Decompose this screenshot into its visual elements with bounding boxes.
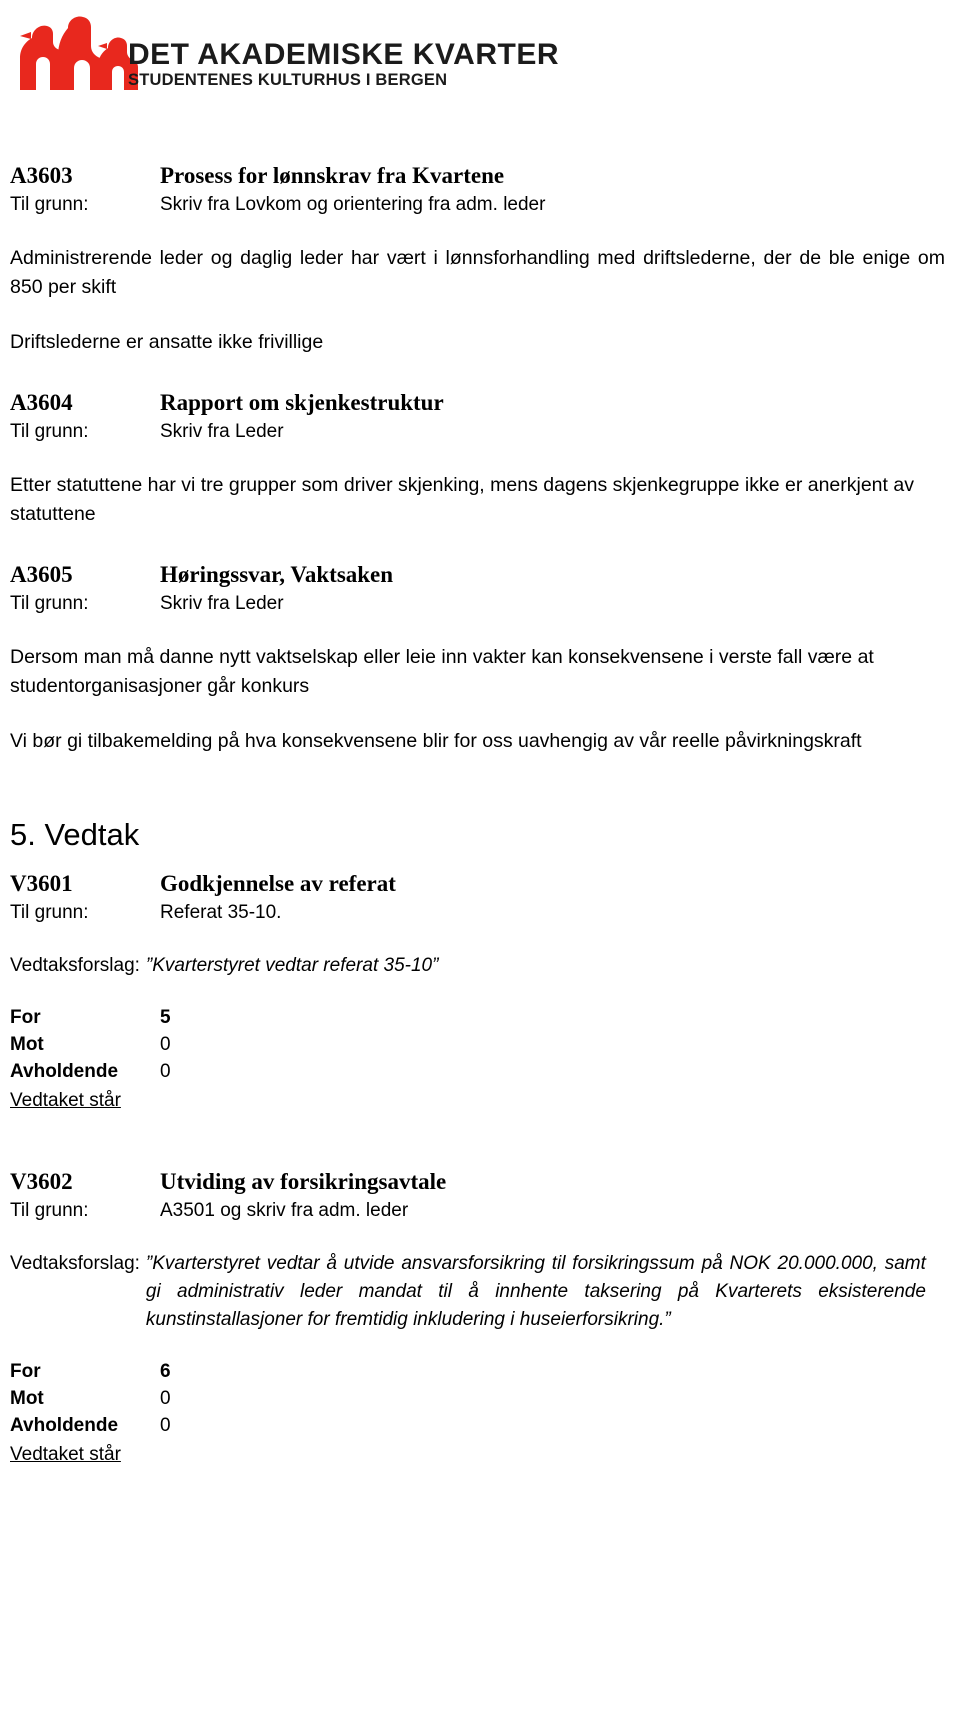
decision-title-row: V3601 Godkjennelse av referat [10, 868, 950, 899]
vote-tally: For 6 Mot 0 Avholdende 0 Vedtaket står [10, 1358, 950, 1468]
organization-logo: DET AKADEMISKE KVARTER STUDENTENES KULTU… [12, 16, 560, 100]
document-page: DET AKADEMISKE KVARTER STUDENTENES KULTU… [0, 0, 960, 1713]
case-paragraph: Dersom man må danne nytt vaktselskap ell… [10, 646, 874, 697]
vote-row-result: Vedtaket står [10, 1439, 950, 1468]
basis-value: Skriv fra Lovkom og orientering fra adm.… [160, 194, 546, 215]
decision-title: Utviding av forsikringsavtale [160, 1169, 447, 1194]
vote-row-against: Mot 0 [10, 1031, 950, 1058]
case-basis-row: Til grunn: Skriv fra Lovkom og orienteri… [10, 191, 950, 218]
orientation-case-a3604: A3604 Rapport om skjenkestruktur Til gru… [10, 387, 950, 529]
vote-label-for: For [10, 1361, 41, 1382]
document-content: A3603 Prosess for lønnskrav fra Kvartene… [10, 160, 950, 1468]
case-id: A3604 [10, 390, 73, 415]
basis-value: A3501 og skriv fra adm. leder [160, 1200, 409, 1221]
three-penguins-logo-icon [12, 16, 140, 96]
basis-value: Skriv fra Leder [160, 593, 284, 614]
case-title-row: A3604 Rapport om skjenkestruktur [10, 387, 950, 418]
decision-id: V3602 [10, 1169, 73, 1194]
case-paragraph: Vi bør gi tilbakemelding på hva konsekve… [10, 730, 862, 752]
decision-basis-row: Til grunn: Referat 35-10. [10, 899, 950, 926]
case-paragraph: Administrerende leder og daglig leder ha… [10, 247, 945, 298]
vote-label-for: For [10, 1007, 41, 1028]
vote-result: Vedtaket står [10, 1444, 121, 1465]
basis-label: Til grunn: [10, 421, 89, 442]
decision-title: Godkjennelse av referat [160, 871, 396, 896]
section-heading-vedtak: 5. Vedtak [10, 817, 140, 852]
case-title-row: A3605 Høringssvar, Vaktsaken [10, 559, 950, 590]
orientation-case-a3603: A3603 Prosess for lønnskrav fra Kvartene… [10, 160, 950, 357]
vote-count-abstain: 0 [160, 1415, 171, 1436]
vote-count-for: 6 [160, 1361, 171, 1382]
case-id: A3603 [10, 163, 73, 188]
decision-title-row: V3602 Utviding av forsikringsavtale [10, 1166, 950, 1197]
vote-row-for: For 5 [10, 1004, 950, 1031]
proposal-text: ”Kvarterstyret vedtar referat 35-10” [145, 955, 439, 976]
basis-value: Skriv fra Leder [160, 421, 284, 442]
vote-row-abstain: Avholdende 0 [10, 1412, 950, 1439]
basis-value: Referat 35-10. [160, 902, 282, 923]
organization-name: DET AKADEMISKE KVARTER [128, 38, 560, 71]
proposal-label: Vedtaksforslag: [10, 1253, 140, 1274]
proposal-label: Vedtaksforslag: [10, 955, 140, 976]
vote-row-result: Vedtaket står [10, 1085, 950, 1114]
case-title: Prosess for lønnskrav fra Kvartene [160, 163, 505, 188]
vote-count-abstain: 0 [160, 1061, 171, 1082]
case-title: Høringssvar, Vaktsaken [160, 562, 394, 587]
logo-wordmark: DET AKADEMISKE KVARTER STUDENTENES KULTU… [128, 38, 560, 90]
vote-count-against: 0 [160, 1388, 171, 1409]
basis-label: Til grunn: [10, 593, 89, 614]
basis-label: Til grunn: [10, 194, 89, 215]
vote-tally: For 5 Mot 0 Avholdende 0 Vedtaket står [10, 1004, 950, 1114]
vote-label-abstain: Avholdende [10, 1061, 119, 1082]
proposal-row: Vedtaksforslag: ”Kvarterstyret vedtar re… [10, 952, 950, 980]
vote-label-abstain: Avholdende [10, 1415, 119, 1436]
case-paragraph: Driftslederne er ansatte ikke frivillige [10, 331, 324, 353]
case-basis-row: Til grunn: Skriv fra Leder [10, 590, 950, 617]
basis-label: Til grunn: [10, 1200, 89, 1221]
basis-label: Til grunn: [10, 902, 89, 923]
vote-label-against: Mot [10, 1388, 44, 1409]
vote-count-against: 0 [160, 1034, 171, 1055]
orientation-case-a3605: A3605 Høringssvar, Vaktsaken Til grunn: … [10, 559, 950, 756]
vote-result: Vedtaket står [10, 1090, 121, 1111]
proposal-row: Vedtaksforslag: ”Kvarterstyret vedtar å … [10, 1250, 950, 1334]
vote-row-against: Mot 0 [10, 1385, 950, 1412]
case-title: Rapport om skjenkestruktur [160, 390, 444, 415]
vote-row-abstain: Avholdende 0 [10, 1058, 950, 1085]
vote-label-against: Mot [10, 1034, 44, 1055]
case-paragraph: Etter statuttene har vi tre grupper som … [10, 474, 914, 525]
case-title-row: A3603 Prosess for lønnskrav fra Kvartene [10, 160, 950, 191]
vote-row-for: For 6 [10, 1358, 950, 1385]
decision-id: V3601 [10, 871, 73, 896]
vote-count-for: 5 [160, 1007, 171, 1028]
case-basis-row: Til grunn: Skriv fra Leder [10, 418, 950, 445]
proposal-text: ”Kvarterstyret vedtar å utvide ansvarsfo… [145, 1253, 926, 1330]
case-id: A3605 [10, 562, 73, 587]
decision-item-v3601: V3601 Godkjennelse av referat Til grunn:… [10, 868, 950, 1114]
decision-basis-row: Til grunn: A3501 og skriv fra adm. leder [10, 1197, 950, 1224]
organization-tagline: STUDENTENES KULTURHUS I BERGEN [128, 71, 448, 89]
decision-item-v3602: V3602 Utviding av forsikringsavtale Til … [10, 1166, 950, 1468]
